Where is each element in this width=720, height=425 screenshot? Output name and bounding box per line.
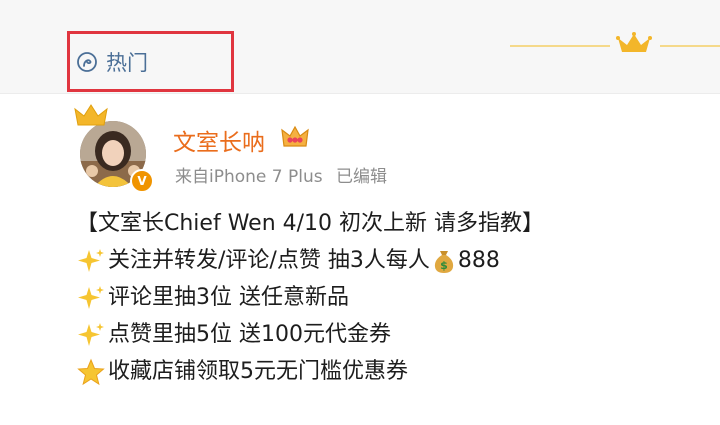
post-line-2-text: 评论里抽3位 送任意新品 (108, 285, 349, 310)
sparkles-icon (78, 286, 104, 309)
post-meta: 来自iPhone 7 Plus 已编辑 (175, 162, 387, 187)
location-hot-icon[interactable] (76, 51, 98, 73)
divider (0, 93, 720, 94)
crown-decoration-icon (510, 32, 720, 52)
post-line-4-text: 收藏店铺领取5元无门槛优惠券 (108, 359, 408, 384)
avatar-crown-icon (74, 104, 108, 126)
money-bag-icon: $ (434, 251, 453, 273)
post-content: 【文室长Chief Wen 4/10 初次上新 请多指教】 关注并转发/评论/点… (76, 205, 716, 390)
vip-crown-icon[interactable] (280, 124, 310, 150)
post-line-1-amount: 888 (457, 248, 500, 273)
post-line-3-text: 点赞里抽5位 送100元代金券 (108, 322, 391, 347)
glowing-star-icon (77, 358, 105, 386)
avatar[interactable]: V (74, 103, 156, 193)
post-line-1-text: 关注并转发/评论/点赞 抽3人每人 (108, 248, 430, 273)
post-line-1: 关注并转发/评论/点赞 抽3人每人 $ 888 (76, 242, 716, 279)
username[interactable]: 文室长呐 (173, 123, 265, 157)
hot-tab-label[interactable]: 热门 (106, 47, 148, 77)
verified-badge-icon: V (130, 169, 154, 193)
sparkles-icon (78, 323, 104, 346)
post-line-3: 点赞里抽5位 送100元代金券 (76, 316, 716, 353)
post-title-line: 【文室长Chief Wen 4/10 初次上新 请多指教】 (76, 211, 545, 236)
sparkles-icon (78, 249, 104, 272)
post-source: 来自iPhone 7 Plus (175, 167, 323, 187)
post-line-4: 收藏店铺领取5元无门槛优惠券 (76, 353, 716, 390)
svg-text:$: $ (440, 259, 448, 272)
edited-label: 已编辑 (336, 167, 388, 187)
post-line-2: 评论里抽3位 送任意新品 (76, 279, 716, 316)
